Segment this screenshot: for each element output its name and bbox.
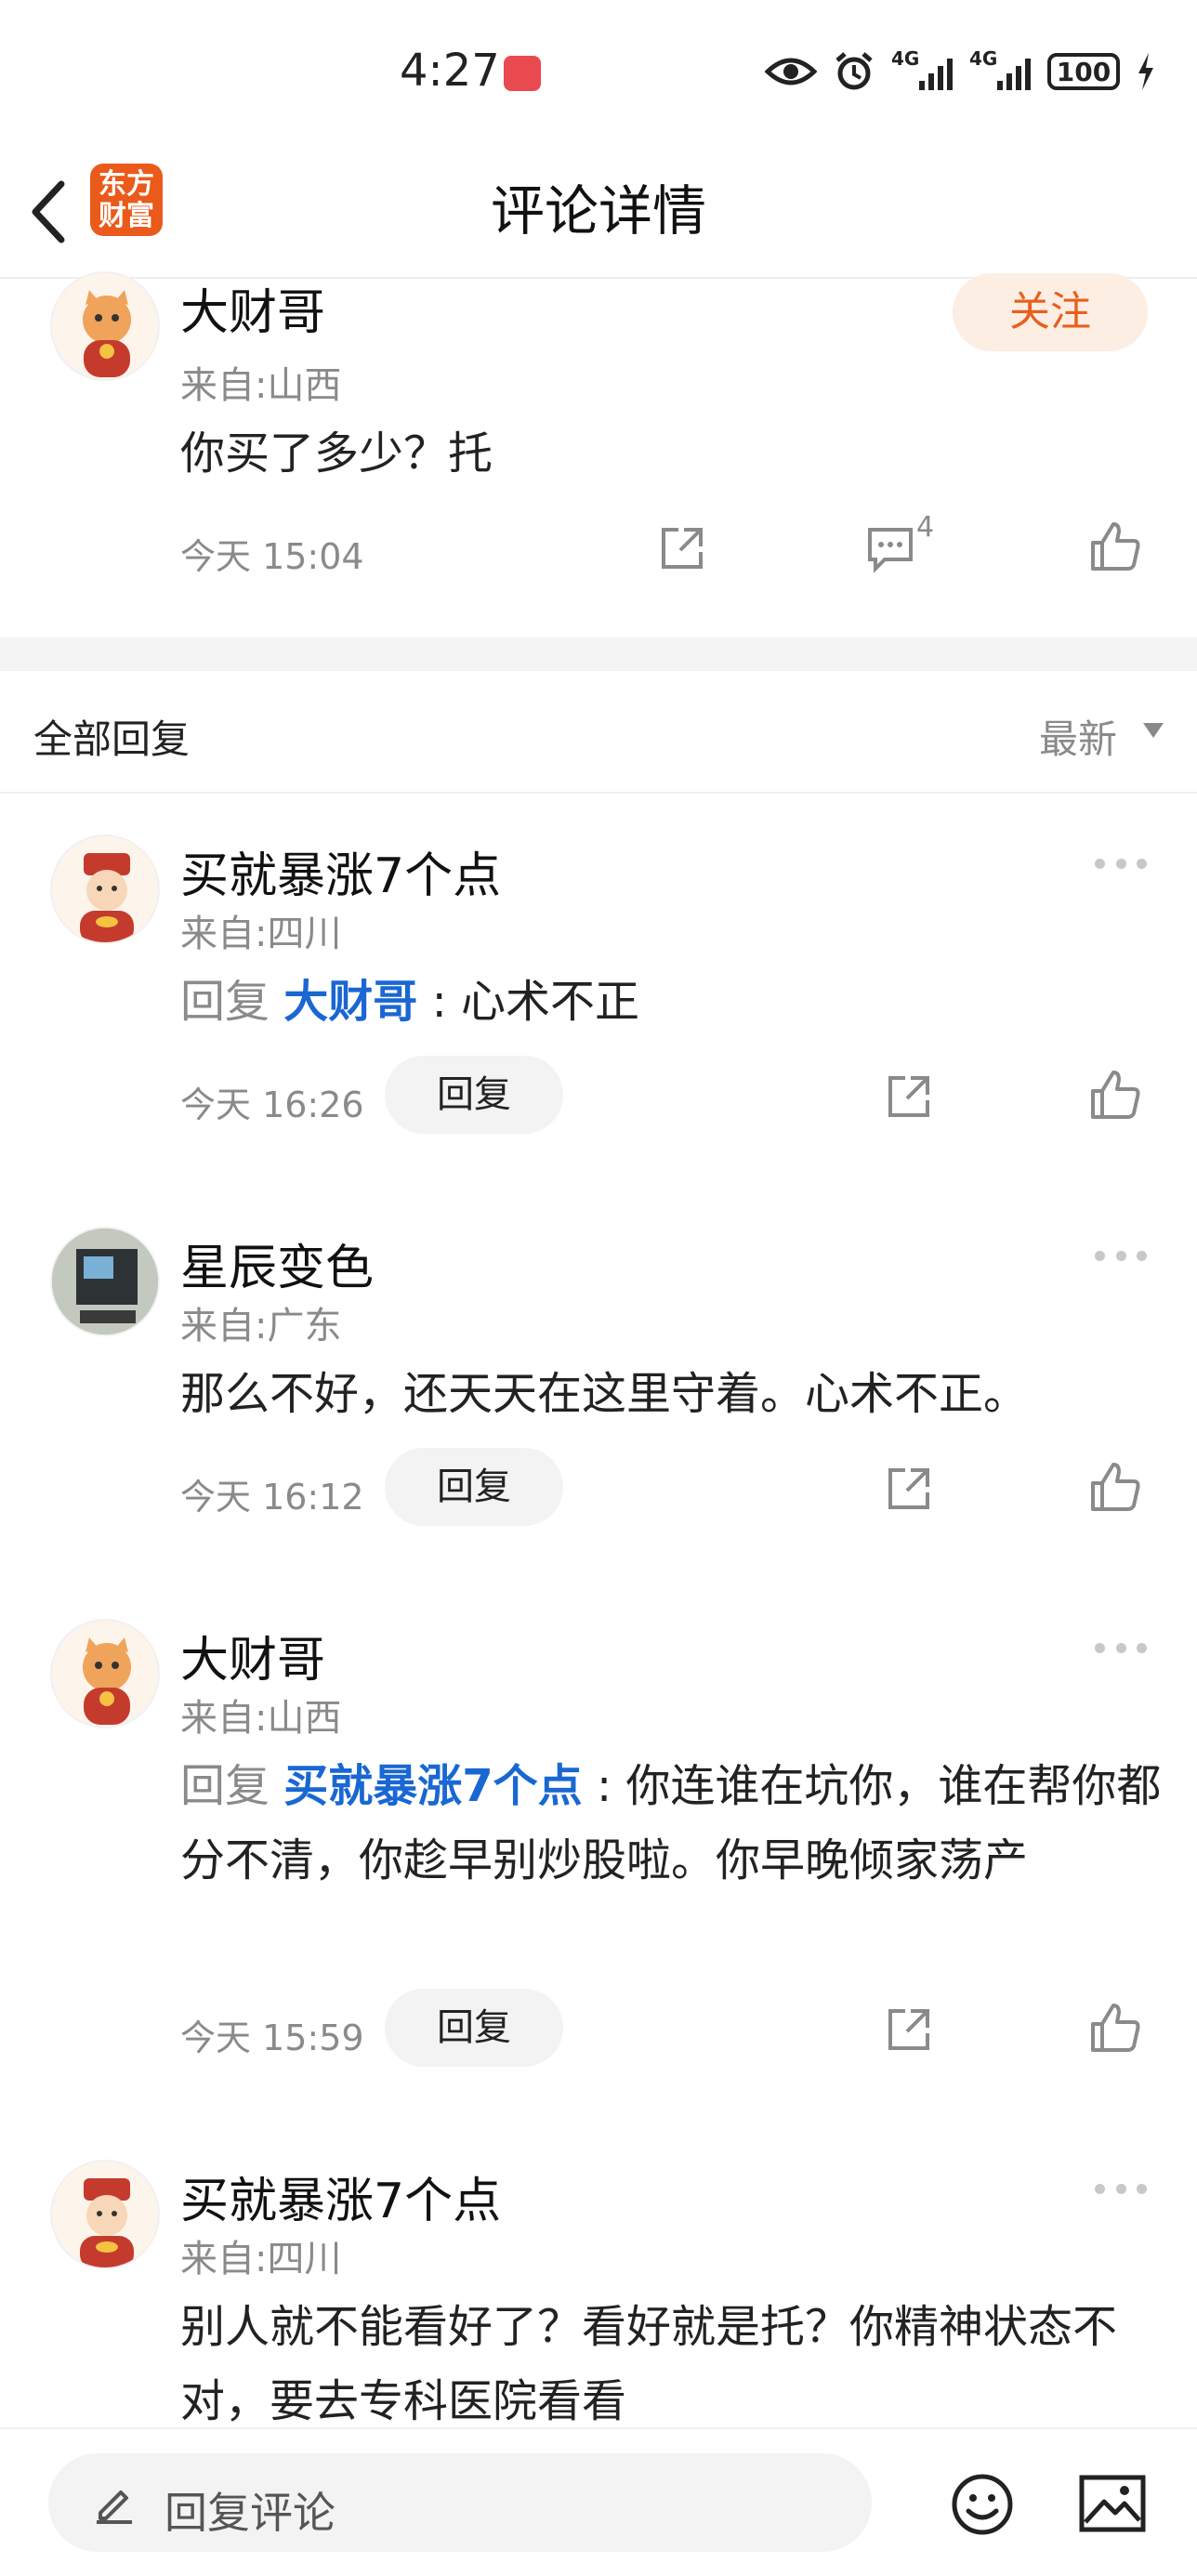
cat-avatar-icon [83, 290, 131, 377]
reply-author[interactable]: 星辰变色 [180, 1229, 374, 1298]
cat-avatar-icon [83, 1637, 131, 1725]
more-options-icon[interactable] [1095, 2184, 1147, 2199]
reply-text: 回复 买就暴涨7个点 : 你连谁在坑你，谁在帮你都分不清，你趁早别炒股啦。你早晚… [180, 1760, 1162, 1886]
battery-icon: 100 [1047, 53, 1120, 90]
god-of-wealth-avatar-icon [80, 2178, 134, 2267]
comment-icon[interactable] [864, 522, 916, 574]
avatar[interactable] [50, 835, 160, 944]
section-title: 全部回复 [33, 716, 191, 762]
reply-target-link[interactable]: 大财哥 [283, 976, 417, 1028]
reply-location: 来自:广东 [180, 1305, 342, 1347]
share-icon[interactable] [656, 522, 708, 574]
signal-icon-2: 4G [969, 47, 1031, 90]
reply-input[interactable]: 回复评论 [48, 2453, 872, 2552]
thumbs-up-icon[interactable] [1087, 519, 1143, 574]
reply-location: 来自:山西 [180, 1697, 342, 1740]
reply-location: 来自:四川 [180, 2238, 342, 2280]
avatar[interactable] [50, 1227, 160, 1336]
share-icon[interactable] [883, 2004, 935, 2056]
comment-time: 今天 15:04 [180, 536, 364, 577]
reply-button[interactable]: 回复 [385, 1056, 563, 1134]
comment-text: 你买了多少？托 [180, 427, 493, 480]
reply-time: 今天 16:12 [180, 1477, 364, 1518]
sort-arrow-icon[interactable] [1143, 723, 1164, 738]
section-divider [0, 637, 1197, 671]
image-icon[interactable] [1078, 2474, 1147, 2533]
avatar[interactable] [50, 2160, 160, 2269]
eye-icon [765, 58, 817, 85]
avatar[interactable] [50, 271, 160, 381]
reply-author[interactable]: 买就暴涨7个点 [180, 2162, 501, 2231]
sort-selector[interactable]: 最新 [1039, 708, 1117, 765]
page-title: 评论详情 [490, 179, 706, 243]
avatar[interactable] [50, 1619, 160, 1728]
emoji-icon[interactable] [950, 2472, 1015, 2537]
reply-time: 今天 15:59 [180, 2017, 364, 2058]
reply-input-placeholder: 回复评论 [164, 2488, 335, 2538]
follow-button[interactable]: 关注 [953, 273, 1148, 351]
status-icons: 4G 4G 100 [765, 47, 1155, 95]
more-options-icon[interactable] [1095, 1643, 1147, 1658]
comment-author[interactable]: 大财哥 [180, 273, 325, 343]
pencil-icon [97, 2491, 132, 2524]
share-icon[interactable] [883, 1071, 935, 1123]
reply-author[interactable]: 买就暴涨7个点 [180, 836, 501, 906]
reply-location: 来自:四川 [180, 913, 342, 955]
signal-icon-1: 4G [891, 47, 953, 90]
thumbs-up-icon[interactable] [1087, 2000, 1143, 2056]
more-options-icon[interactable] [1095, 1251, 1147, 1266]
machine-avatar-icon [52, 1229, 158, 1334]
comment-location: 来自:山西 [180, 364, 342, 407]
reply-text: 那么不好，还天天在这里守着。心术不正。 [180, 1368, 1029, 1420]
alarm-icon [835, 52, 873, 90]
divider-line [0, 792, 1197, 794]
app-notification-icon [504, 56, 541, 91]
more-options-icon[interactable] [1095, 859, 1147, 874]
share-icon[interactable] [883, 1463, 935, 1515]
reply-button[interactable]: 回复 [385, 1989, 563, 2067]
thumbs-up-icon[interactable] [1087, 1067, 1143, 1123]
god-of-wealth-avatar-icon [80, 853, 134, 942]
reply-bar: 回复评论 [0, 2427, 1197, 2576]
reply-text: 别人就不能看好了？看好就是托？你精神状态不对，要去专科医院看看 [180, 2301, 1118, 2427]
status-time: 4:27 [400, 45, 500, 97]
status-bar: 4:27 4G 4G 100 [0, 0, 1197, 149]
reply-target-link[interactable]: 买就暴涨7个点 [283, 1760, 582, 1812]
charging-icon [1138, 53, 1153, 90]
reply-author[interactable]: 大财哥 [180, 1621, 325, 1690]
reply-text: 回复 大财哥 : 心术不正 [180, 976, 639, 1028]
reply-time: 今天 16:26 [180, 1084, 364, 1125]
comment-count-badge: 4 [916, 511, 935, 544]
reply-button[interactable]: 回复 [385, 1448, 563, 1526]
thumbs-up-icon[interactable] [1087, 1459, 1143, 1515]
